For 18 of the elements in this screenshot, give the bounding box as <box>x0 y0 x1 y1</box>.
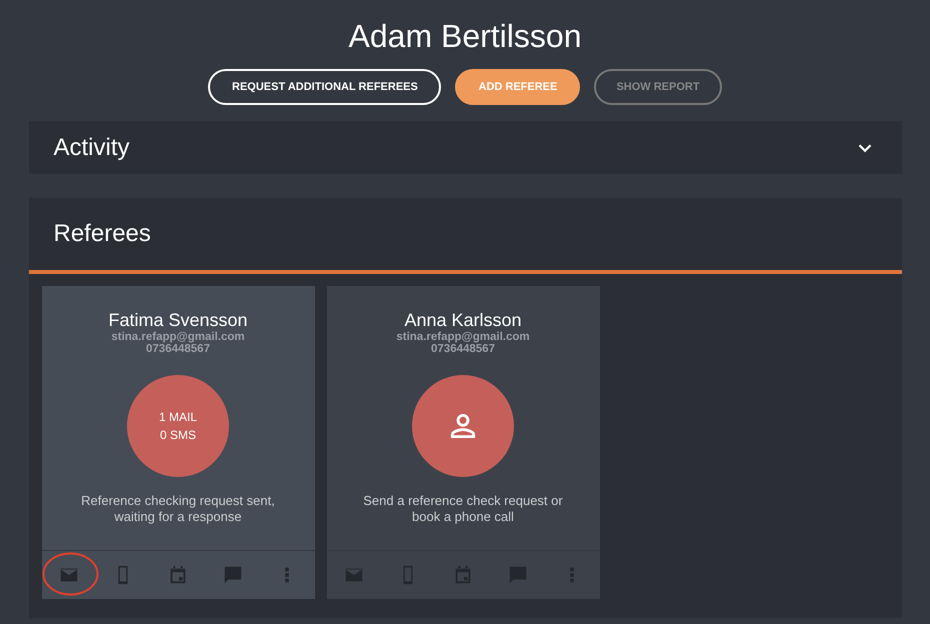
referee-email: stina.refapp@gmail.com <box>111 331 245 343</box>
chat-icon[interactable] <box>506 564 529 586</box>
referees-title: Referees <box>54 220 151 248</box>
request-button[interactable]: REQUEST ADDITIONAL REFEREES <box>208 69 442 105</box>
referee-name: Fatima Svensson <box>108 310 248 331</box>
referee-name: Anna Karlsson <box>404 310 522 331</box>
status-message: Reference checking request sent, waiting for a response <box>80 493 276 525</box>
status-count: 0 SMS <box>160 428 196 442</box>
status-message: Send a reference check request or book a phone call <box>362 493 564 525</box>
referee-phone: 0736448567 <box>146 343 210 355</box>
chat-icon[interactable] <box>222 564 244 586</box>
candidate-name: Adam Bertilsson <box>348 18 582 55</box>
activity-title: Activity <box>54 134 130 162</box>
referee-card[interactable]: Fatima Svensson stina.refapp@gmail.com 0736448567 1 MAIL 0 SMS Reference checking request sent, waiting for a response <box>42 286 314 599</box>
referee-email: stina.refapp@gmail.com <box>396 331 530 343</box>
status-count: 1 MAIL <box>158 410 197 424</box>
referee-phone: 0736448567 <box>431 343 495 355</box>
referee-card[interactable]: Anna Karlsson stina.refapp@gmail.com 0736448567 Send a reference check request or book a phone call <box>326 286 600 599</box>
